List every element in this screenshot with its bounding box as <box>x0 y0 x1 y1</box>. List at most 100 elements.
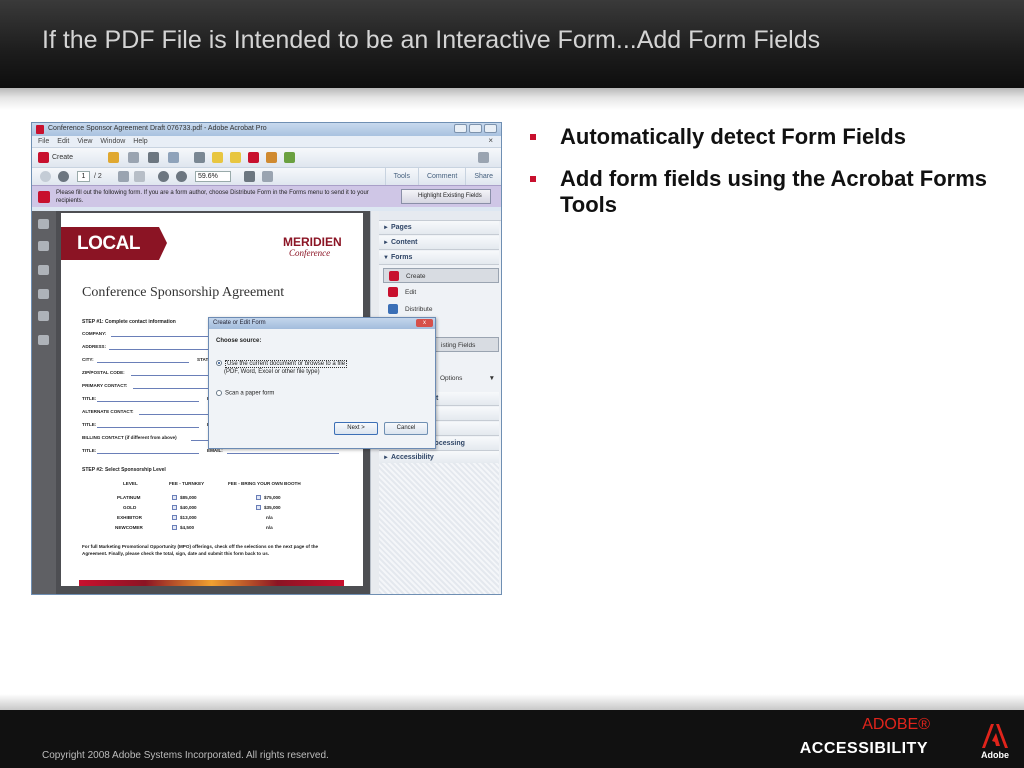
table-turnkey: $40,000 <box>180 505 197 510</box>
signatures-icon[interactable] <box>38 289 49 299</box>
email-icon[interactable] <box>168 152 179 163</box>
adobe-logo-word: Adobe <box>981 750 1009 760</box>
cancel-button[interactable]: Cancel <box>384 422 428 435</box>
local-banner-tip <box>159 227 167 260</box>
menu-bar: File Edit View Window Help × <box>32 136 501 147</box>
print-icon[interactable] <box>148 152 159 163</box>
dialog-title: Create or Edit Form <box>213 320 266 326</box>
section-content[interactable]: ► Content <box>379 236 499 250</box>
adobe-logo-icon <box>982 724 1008 748</box>
page-number-input[interactable]: 1 <box>77 171 90 182</box>
checkbox-exhibitor-turnkey[interactable] <box>172 515 177 520</box>
title-field[interactable] <box>97 401 199 402</box>
next-page-icon[interactable] <box>58 171 69 182</box>
checkbox-platinum-turnkey[interactable] <box>172 495 177 500</box>
zoom-select[interactable]: 59.6% <box>195 171 231 182</box>
fit-page-icon[interactable] <box>244 171 255 182</box>
zoom-out-icon[interactable] <box>158 171 169 182</box>
checkbox-gold-turnkey[interactable] <box>172 505 177 510</box>
menu-edit[interactable]: Edit <box>57 138 69 145</box>
create-icon[interactable] <box>38 152 49 163</box>
bookmarks-icon[interactable] <box>38 241 49 251</box>
zoom-in-icon[interactable] <box>176 171 187 182</box>
main-toolbar: Create <box>32 147 501 167</box>
agreement-heading: Conference Sponsorship Agreement <box>82 285 285 300</box>
close-icon[interactable] <box>484 124 497 133</box>
forms-create[interactable]: Create <box>383 268 499 283</box>
radio-icon[interactable] <box>216 390 222 396</box>
create-form-icon <box>389 271 399 281</box>
close-doc-icon[interactable]: × <box>488 136 493 145</box>
menu-window[interactable]: Window <box>100 138 125 145</box>
create-label[interactable]: Create <box>52 154 73 161</box>
layers-icon[interactable] <box>38 311 49 321</box>
minimize-icon[interactable] <box>454 124 467 133</box>
maximize-icon[interactable] <box>469 124 482 133</box>
option-scan-paper[interactable]: Scan a paper form <box>216 390 274 397</box>
bullet-list: Automatically detect Form Fields Add for… <box>530 124 1000 234</box>
bullet-square-icon <box>530 176 536 182</box>
select-tool-icon[interactable] <box>118 171 129 182</box>
page-total: / 2 <box>94 173 102 180</box>
comment-icon[interactable] <box>212 152 223 163</box>
stamp-icon[interactable] <box>266 152 277 163</box>
next-button[interactable]: Next > <box>334 422 378 435</box>
menu-file[interactable]: File <box>38 138 49 145</box>
alternate-contact-field[interactable] <box>139 414 211 415</box>
company-field[interactable] <box>111 336 211 337</box>
footer-fade <box>0 694 1024 710</box>
section-forms[interactable]: ▼ Forms <box>379 251 499 265</box>
sticky-note-icon[interactable] <box>230 152 241 163</box>
checkbox-gold-byob[interactable] <box>256 505 261 510</box>
table-byob: $35,000 <box>264 505 281 510</box>
tab-comment[interactable]: Comment <box>417 168 465 186</box>
checkbox-newcomer-turnkey[interactable] <box>172 525 177 530</box>
tab-tools[interactable]: Tools <box>384 168 418 186</box>
field-label: TITLE: <box>82 448 97 453</box>
table-turnkey: $4,500 <box>180 525 195 530</box>
title-fade <box>0 88 1024 110</box>
table-turnkey: $85,000 <box>180 495 197 500</box>
email-field[interactable] <box>227 453 339 454</box>
sign-icon[interactable] <box>248 152 259 163</box>
form-message-bar: Please fill out the following form. If y… <box>32 185 501 207</box>
table-header-turnkey: FEE - TURNKEY <box>169 481 205 486</box>
panel-empty-area <box>379 463 499 594</box>
forms-edit[interactable]: Edit <box>383 285 499 300</box>
state-label: STAT <box>197 357 209 362</box>
attachments-icon[interactable] <box>38 265 49 275</box>
prev-page-icon[interactable] <box>40 171 51 182</box>
save-icon[interactable] <box>128 152 139 163</box>
edit-form-icon <box>388 287 398 297</box>
zip-field[interactable] <box>131 375 211 376</box>
section-pages[interactable]: ► Pages <box>379 221 499 235</box>
menu-view[interactable]: View <box>77 138 92 145</box>
address-field[interactable] <box>109 349 211 350</box>
conference-logo-text: Conference <box>289 248 331 258</box>
table-header-byob: FEE - BRING YOUR OWN BOOTH <box>228 481 301 486</box>
settings-icon[interactable] <box>194 152 205 163</box>
dialog-close-button[interactable]: x <box>416 319 433 327</box>
highlight-fields-button[interactable]: Highlight Existing Fields <box>401 189 491 204</box>
hand-tool-icon[interactable] <box>134 171 145 182</box>
forms-distribute[interactable]: Distribute <box>383 302 499 317</box>
dialog-titlebar: Create or Edit Form x <box>209 318 435 329</box>
page-thumbnails-icon[interactable] <box>38 219 49 229</box>
menu-help[interactable]: Help <box>133 138 147 145</box>
radio-selected-icon[interactable] <box>216 360 222 366</box>
checkbox-platinum-byob[interactable] <box>256 495 261 500</box>
open-icon[interactable] <box>108 152 119 163</box>
tab-share[interactable]: Share <box>465 168 501 186</box>
city-field[interactable] <box>97 362 189 363</box>
fit-width-icon[interactable] <box>262 171 273 182</box>
brand-adobe: ADOBE® <box>862 716 930 733</box>
brand-accessibility: ACCESSIBILITY <box>799 740 928 757</box>
title-field-2[interactable] <box>97 427 199 428</box>
copyright-text: Copyright 2008 Adobe Systems Incorporate… <box>42 750 329 761</box>
forms-icon[interactable] <box>284 152 295 163</box>
tags-icon[interactable] <box>38 335 49 345</box>
title-field-3[interactable] <box>97 453 199 454</box>
option-current-document[interactable]: Use the current document or browse to a … <box>216 359 348 368</box>
expand-icon[interactable] <box>478 152 489 163</box>
primary-contact-field[interactable] <box>133 388 211 389</box>
